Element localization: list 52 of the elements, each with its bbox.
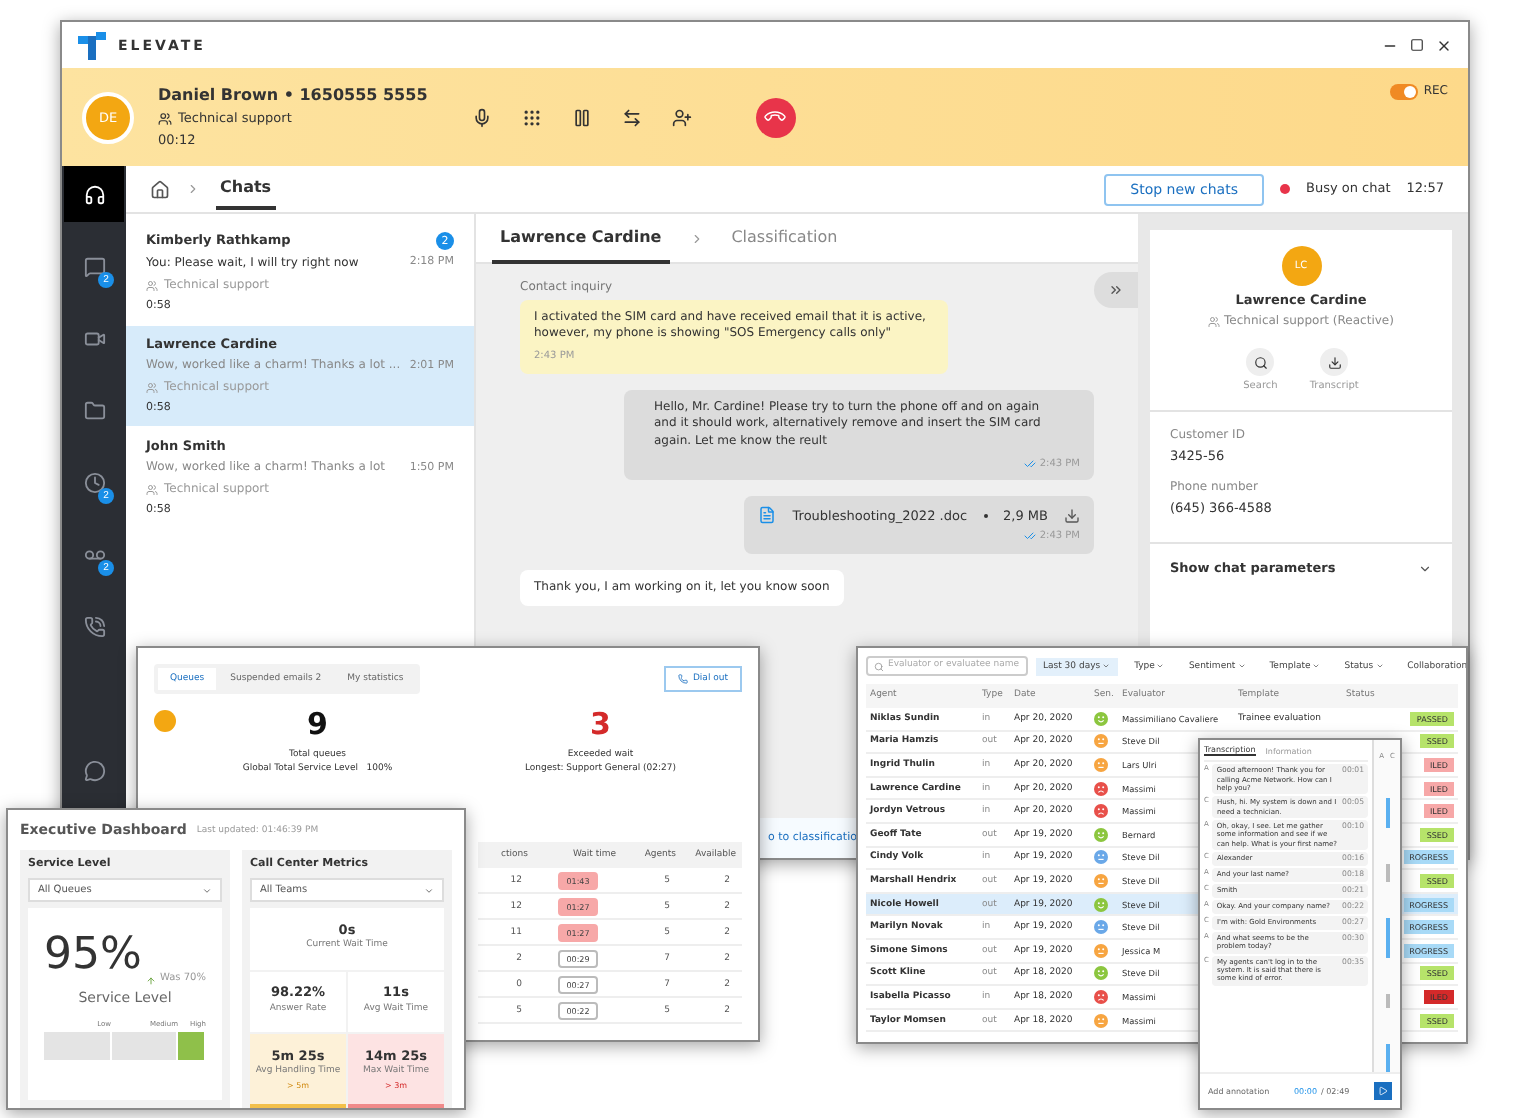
play-icon xyxy=(1377,1086,1388,1096)
document-icon xyxy=(758,506,777,525)
headset-icon xyxy=(83,183,105,205)
trend-up-icon xyxy=(145,975,156,986)
video-icon xyxy=(83,327,105,349)
stat-value: 9 xyxy=(307,706,328,745)
search-icon xyxy=(874,661,884,671)
phone-icon xyxy=(678,674,689,684)
add-user-icon[interactable] xyxy=(671,107,692,127)
search-icon xyxy=(1253,355,1268,370)
folder-icon xyxy=(83,399,105,421)
search-button[interactable] xyxy=(1246,348,1275,377)
service-level-value: 95% xyxy=(44,928,142,985)
transfer-icon[interactable] xyxy=(621,107,642,127)
clock-icon xyxy=(83,471,105,493)
breadcrumb-tab[interactable]: Chats xyxy=(216,168,276,210)
phone-icon xyxy=(83,615,105,637)
download-icon[interactable] xyxy=(1064,507,1080,524)
close-icon[interactable] xyxy=(1436,37,1452,53)
sidebar-item[interactable] xyxy=(64,166,124,222)
people-icon xyxy=(146,279,158,292)
play-button[interactable] xyxy=(1373,1082,1392,1100)
conversation-tab[interactable]: Classification xyxy=(723,213,846,263)
chevron-down-icon xyxy=(202,885,212,896)
download-button[interactable] xyxy=(1320,348,1349,377)
status-dot xyxy=(1279,184,1290,194)
chevron-icon xyxy=(689,231,704,245)
logo-icon xyxy=(78,31,106,59)
double-chevron-icon xyxy=(1108,282,1124,298)
people-icon xyxy=(146,381,158,394)
stat-value: 3 xyxy=(590,706,611,745)
caller-name: Daniel Brown • 1650555 5555 xyxy=(158,85,428,107)
microphone-icon[interactable] xyxy=(471,107,492,127)
chevron-down-icon xyxy=(424,885,434,896)
pause-icon[interactable] xyxy=(571,107,592,127)
conversation-tab[interactable]: Lawrence Cardine xyxy=(492,213,670,263)
read-icon xyxy=(1023,530,1036,543)
home-icon[interactable] xyxy=(150,179,170,199)
status-dot xyxy=(154,710,176,732)
read-icon xyxy=(1023,457,1036,470)
chevron-icon xyxy=(186,182,200,196)
people-icon xyxy=(1208,316,1221,329)
people-icon xyxy=(158,111,172,126)
chat-bubble-icon xyxy=(83,759,105,781)
maximize-icon[interactable] xyxy=(1410,38,1424,52)
hang-up-button[interactable] xyxy=(755,97,796,137)
chevron-down-icon xyxy=(1418,561,1432,576)
record-toggle[interactable] xyxy=(1389,84,1418,100)
chat-icon xyxy=(83,255,105,277)
download-icon xyxy=(1327,355,1342,370)
dialpad-icon[interactable] xyxy=(521,107,542,127)
people-icon xyxy=(146,484,158,497)
